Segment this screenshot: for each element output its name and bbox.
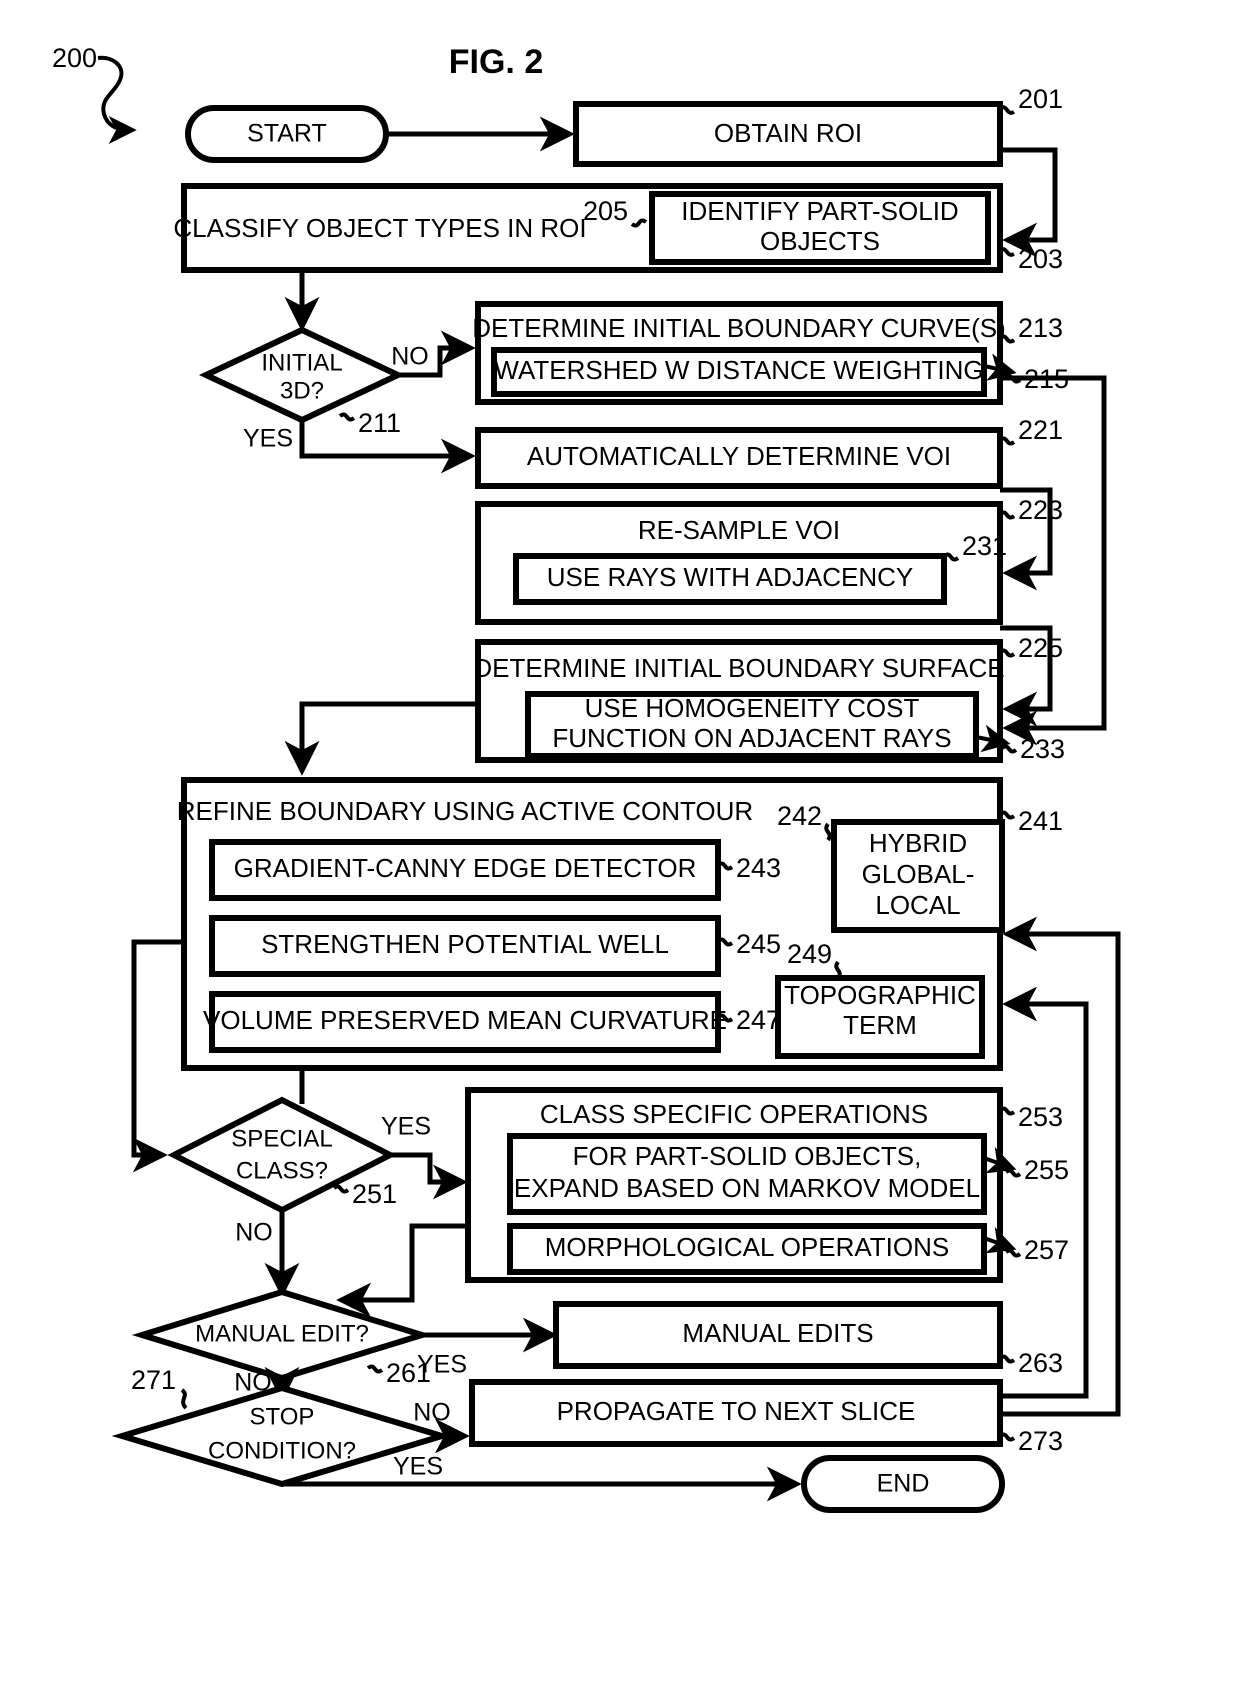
potential-well-label: STRENGTHEN POTENTIAL WELL xyxy=(261,929,669,959)
determine-surface-label: DETERMINE INITIAL BOUNDARY SURFACE xyxy=(473,653,1004,683)
ref-251-squiggle xyxy=(332,1184,350,1194)
figure-title: FIG. 2 xyxy=(449,43,543,81)
edge-manual-edits-feedback-to-refine xyxy=(1000,986,1089,1399)
ref-271-squiggle xyxy=(180,1388,188,1410)
ref-245: 245 xyxy=(736,929,781,959)
ref-273: 273 xyxy=(1018,1426,1063,1456)
hybrid-line2: GLOBAL- xyxy=(862,859,975,889)
auto-voi-label: AUTOMATICALLY DETERMINE VOI xyxy=(527,441,951,471)
label-initial3d-yes: YES xyxy=(243,425,293,453)
label-stop-no: NO xyxy=(413,1399,451,1427)
flowchart-diagram: FIG. 2 200 START OBTAIN ROI 201 CLASSIFY… xyxy=(52,43,1121,1513)
ref-263: 263 xyxy=(1018,1348,1063,1378)
ref-233: 233 xyxy=(1020,734,1065,764)
ref-255-squiggle xyxy=(1004,1168,1022,1178)
homogeneity-line2: FUNCTION ON ADJACENT RAYS xyxy=(552,723,951,753)
watershed-label: WATERSHED W DISTANCE WEIGHTING xyxy=(494,355,983,385)
ref-241: 241 xyxy=(1018,806,1063,836)
ref-261-squiggle xyxy=(366,1364,384,1374)
ref-205: 205 xyxy=(583,196,628,226)
refine-boundary-label: REFINE BOUNDARY USING ACTIVE CONTOUR xyxy=(177,796,753,826)
canny-label: GRADIENT-CANNY EDGE DETECTOR xyxy=(234,853,697,883)
morphological-label: MORPHOLOGICAL OPERATIONS xyxy=(545,1232,950,1262)
identify-part-solid-line1: IDENTIFY PART-SOLID xyxy=(681,196,958,226)
ref-211: 211 xyxy=(358,408,401,438)
ref-213: 213 xyxy=(1018,313,1063,343)
stop-condition-line2: CONDITION? xyxy=(208,1437,356,1464)
diagram-ref-200: 200 xyxy=(52,43,97,73)
determine-curves-label: DETERMINE INITIAL BOUNDARY CURVE(S) xyxy=(472,313,1006,343)
manual-edit-label: MANUAL EDIT? xyxy=(195,1320,369,1347)
special-class-line1: SPECIAL xyxy=(231,1125,332,1152)
identify-part-solid-line2: OBJECTS xyxy=(760,226,880,256)
ref-253: 253 xyxy=(1018,1102,1063,1132)
label-stop-yes: YES xyxy=(393,1453,443,1481)
propagate-label: PROPAGATE TO NEXT SLICE xyxy=(557,1396,916,1426)
ref-242: 242 xyxy=(777,801,822,831)
ref-231: 231 xyxy=(962,531,1007,561)
homogeneity-line1: USE HOMOGENEITY COST xyxy=(585,693,920,723)
initial-3d-line2: 3D? xyxy=(280,377,324,404)
ref-225: 225 xyxy=(1018,633,1063,663)
markov-line2: EXPAND BASED ON MARKOV MODEL xyxy=(514,1173,980,1203)
stop-condition-line1: STOP xyxy=(250,1403,315,1430)
edge-class-ops-to-manual-edit xyxy=(336,1223,468,1318)
ref-255: 255 xyxy=(1024,1155,1069,1185)
ref-223: 223 xyxy=(1018,495,1063,525)
ref-257-squiggle xyxy=(1004,1248,1022,1258)
edge-surface-to-refine xyxy=(284,701,478,776)
mean-curvature-label: VOLUME PRESERVED MEAN CURVATURE xyxy=(203,1005,727,1035)
initial-3d-line1: INITIAL xyxy=(261,349,342,376)
diagram-ref-leader xyxy=(97,55,137,144)
label-special-no: NO xyxy=(235,1219,273,1247)
markov-line1: FOR PART-SOLID OBJECTS, xyxy=(573,1141,922,1171)
ref-257: 257 xyxy=(1024,1235,1069,1265)
obtain-roi-label: OBTAIN ROI xyxy=(714,118,862,148)
ref-249: 249 xyxy=(787,939,832,969)
ref-211-squiggle xyxy=(338,412,356,422)
hybrid-line1: HYBRID xyxy=(869,828,967,858)
special-class-line2: CLASS? xyxy=(236,1157,328,1184)
ref-271: 271 xyxy=(131,1365,176,1395)
topographic-line1: TOPOGRAPHIC xyxy=(784,980,976,1010)
hybrid-line3: LOCAL xyxy=(875,890,960,920)
label-initial3d-no: NO xyxy=(391,343,429,371)
ref-221: 221 xyxy=(1018,415,1063,445)
label-manual-yes: YES xyxy=(417,1351,467,1379)
ref-203: 203 xyxy=(1018,244,1063,274)
class-ops-label: CLASS SPECIFIC OPERATIONS xyxy=(540,1099,928,1129)
topographic-line2: TERM xyxy=(843,1010,917,1040)
figure-canvas: FIG. 2 200 START OBTAIN ROI 201 CLASSIFY… xyxy=(0,0,1240,1698)
ref-243: 243 xyxy=(736,853,781,883)
ref-201: 201 xyxy=(1018,84,1063,114)
label-special-yes: YES xyxy=(381,1113,431,1141)
ref-251: 251 xyxy=(352,1179,397,1209)
start-label: START xyxy=(247,120,327,148)
edge-refine-to-special-class xyxy=(131,939,184,1173)
manual-edits-label: MANUAL EDITS xyxy=(682,1318,873,1348)
classify-label: CLASSIFY OBJECT TYPES IN ROI xyxy=(173,213,586,243)
ref-247: 247 xyxy=(736,1005,781,1035)
rays-adjacency-label: USE RAYS WITH ADJACENCY xyxy=(547,562,913,592)
end-label: END xyxy=(877,1470,930,1498)
resample-voi-label: RE-SAMPLE VOI xyxy=(638,515,840,545)
edge-obtain-roi-to-classify xyxy=(1000,147,1058,258)
edge-special-class-yes xyxy=(390,1152,468,1200)
ref-233-squiggle xyxy=(1000,744,1018,754)
